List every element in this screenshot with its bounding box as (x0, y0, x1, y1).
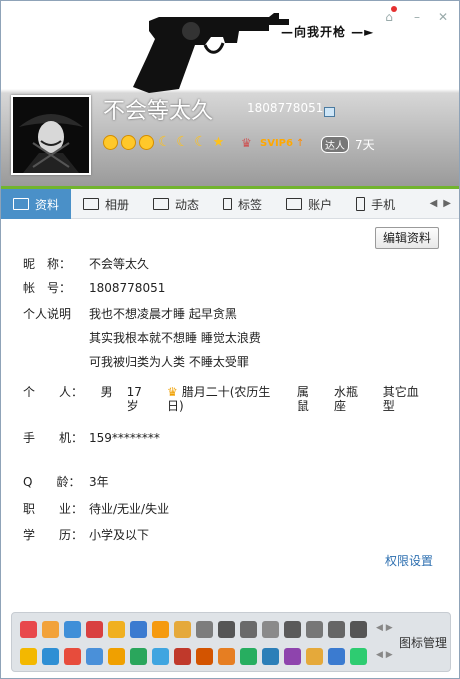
service-icon[interactable] (284, 648, 301, 665)
star-icon: ★ (212, 135, 225, 150)
service-icon[interactable] (328, 648, 345, 665)
service-icon[interactable] (240, 648, 257, 665)
icon-row-2-arrows[interactable]: ◀ ▶ (376, 650, 393, 660)
level-badges[interactable]: ☾ ☾ ☾ ★ (103, 135, 226, 150)
slogan-text: —向我开枪 —► (281, 25, 375, 39)
row-phone: 手 机： 159******** (23, 431, 160, 445)
service-icon[interactable] (196, 648, 213, 665)
icon-row-1-arrows[interactable]: ◀ ▶ (376, 623, 393, 633)
service-icon[interactable] (152, 648, 169, 665)
service-icon[interactable] (130, 648, 147, 665)
avatar-image (13, 97, 89, 173)
service-icon[interactable] (284, 621, 301, 638)
moon-icon: ☾ (194, 134, 207, 150)
service-icon[interactable] (64, 648, 81, 665)
service-icon[interactable] (174, 621, 191, 638)
arrow-left-icon[interactable]: ◀ (430, 198, 438, 209)
up-arrow-icon: ↑ (295, 137, 305, 149)
sun-icon (121, 135, 136, 150)
row-job: 职 业： 待业/无业/失业 (23, 502, 170, 516)
icon-row-1 (20, 621, 367, 638)
minimize-icon[interactable]: – (409, 9, 425, 25)
tab-profile[interactable]: 资料 (1, 189, 72, 219)
edit-profile-button[interactable]: 编辑资料 (375, 227, 439, 249)
album-icon (83, 198, 100, 210)
service-icon[interactable] (20, 621, 37, 638)
icon-row-2 (20, 648, 367, 665)
row-account: 帐 号： 1808778051 (23, 281, 166, 295)
service-icon[interactable] (174, 648, 191, 665)
birthday-crown-icon: ♛ (166, 385, 178, 399)
sun-icon (139, 135, 154, 150)
tab-scroll-arrows[interactable]: ◀ ▶ (430, 189, 459, 218)
profile-header: —向我开枪 —► ⌂ – ✕ 不会等太久 1808778051 ☾ ☾ ☾ ★ … (1, 1, 459, 186)
row-qage: Q 龄： 3年 (23, 475, 109, 489)
icon-manager-link[interactable]: 图标管理 (399, 634, 447, 651)
service-icon[interactable] (218, 621, 235, 638)
qq-number: 1808778051 (247, 101, 324, 115)
tab-account[interactable]: 账户 (274, 189, 344, 219)
tab-tags[interactable]: 标签 (211, 189, 274, 219)
business-card-icon[interactable] (324, 107, 335, 117)
row-education: 学 历： 小学及以下 (23, 528, 150, 542)
service-icon[interactable] (262, 621, 279, 638)
service-icon[interactable] (306, 648, 323, 665)
notification-dot (391, 6, 397, 12)
phone-icon (356, 197, 366, 211)
service-icon[interactable] (218, 648, 235, 665)
service-icon[interactable] (152, 621, 169, 638)
feed-icon (153, 198, 170, 210)
wallet-icon (286, 198, 303, 210)
service-icon[interactable] (306, 621, 323, 638)
row-personal: 个 人： 男 17岁 ♛ 腊月二十(农历生日) 属鼠 水瓶座 其它血型 (23, 385, 419, 413)
service-icon[interactable] (108, 621, 125, 638)
service-icon[interactable] (86, 621, 103, 638)
row-nickname: 昵 称： 不会等太久 (23, 257, 150, 271)
tab-feed[interactable]: 动态 (141, 189, 211, 219)
service-icon[interactable] (328, 621, 345, 638)
revolver-graphic (133, 13, 289, 93)
service-icon[interactable] (350, 648, 367, 665)
arrow-right-icon[interactable]: ▶ (443, 198, 451, 209)
service-icon[interactable] (108, 648, 125, 665)
close-icon[interactable]: ✕ (435, 9, 451, 25)
service-icon[interactable] (86, 648, 103, 665)
crown-icon: ♛ (241, 136, 252, 150)
tab-phone[interactable]: 手机 (344, 189, 407, 219)
sun-icon (103, 135, 118, 150)
service-icon[interactable] (196, 621, 213, 638)
avatar[interactable] (11, 95, 91, 175)
profile-window: —向我开枪 —► ⌂ – ✕ 不会等太久 1808778051 ☾ ☾ ☾ ★ … (0, 0, 460, 679)
service-icon[interactable] (240, 621, 257, 638)
service-icon-bar: ◀ ▶ ◀ ▶ 图标管理 (11, 612, 451, 672)
tab-album[interactable]: 相册 (71, 189, 141, 219)
bookmark-icon (223, 198, 233, 210)
moon-icon: ☾ (158, 134, 171, 150)
daren-badge[interactable]: 达人 7天 (321, 136, 375, 153)
service-icon[interactable] (42, 621, 59, 638)
service-icon[interactable] (42, 648, 59, 665)
permission-settings-link[interactable]: 权限设置 (385, 552, 433, 569)
service-icon[interactable] (262, 648, 279, 665)
profile-card-icon (13, 198, 29, 210)
service-icon[interactable] (64, 621, 81, 638)
service-icon[interactable] (350, 621, 367, 638)
moon-icon: ☾ (176, 134, 189, 150)
svip-badge[interactable]: ♛ SVIP6 ↑ (241, 136, 304, 150)
row-description: 个人说明 我也不想凌晨才睡 起早贪黑 其实我根本就不想睡 睡觉太浪费 可我被归类… (23, 307, 261, 369)
service-icon[interactable] (130, 621, 147, 638)
service-icon[interactable] (20, 648, 37, 665)
profile-tabs: 资料 相册 动态 标签 账户 手机 ◀ ▶ (1, 186, 459, 219)
nickname-title: 不会等太久 (103, 99, 214, 124)
